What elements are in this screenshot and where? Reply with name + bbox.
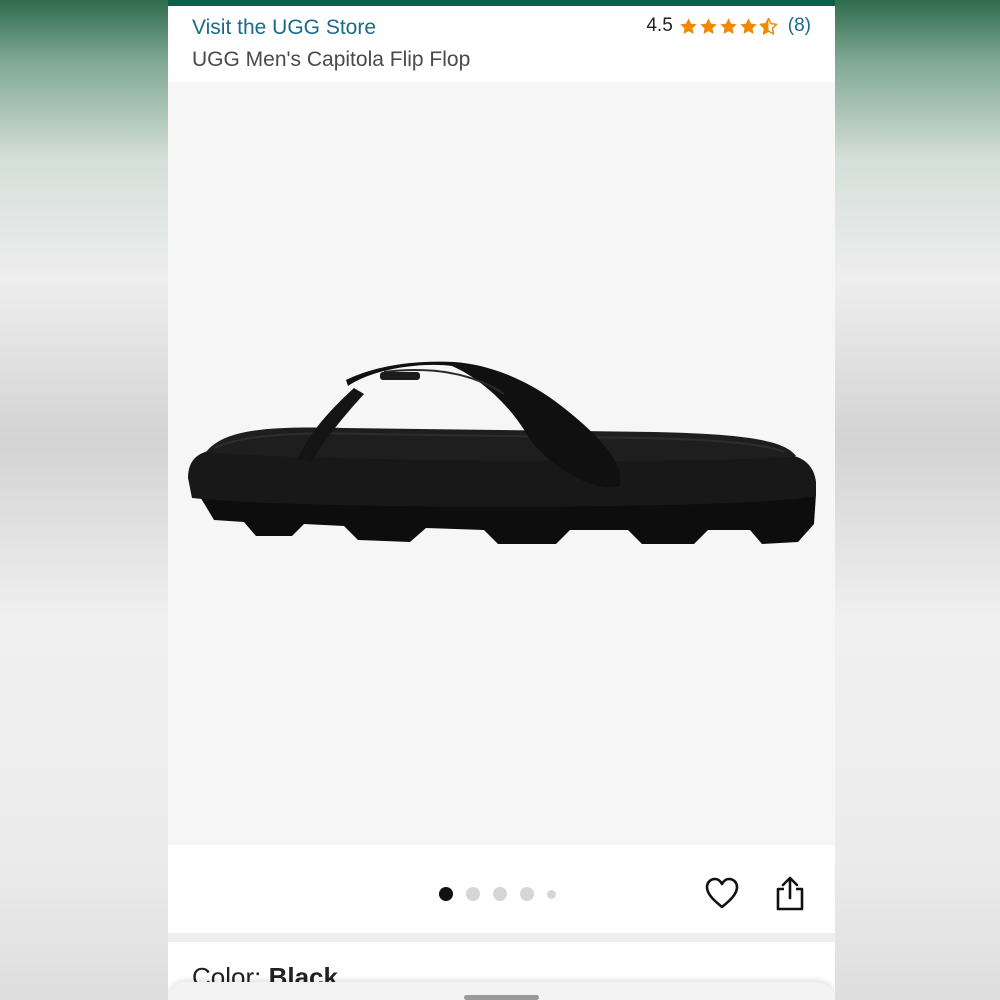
product-title: UGG Men's Capitola Flip Flop — [192, 48, 471, 71]
carousel-page-indicator[interactable] — [439, 887, 556, 901]
star-rating — [679, 17, 778, 36]
star-half-icon — [759, 17, 778, 35]
carousel-dot[interactable] — [547, 889, 556, 899]
carousel-dot[interactable] — [493, 887, 507, 901]
section-divider — [168, 933, 835, 942]
star-full-icon — [740, 17, 757, 34]
product-image-sandal — [188, 361, 816, 544]
sheet-grabber-handle[interactable] — [464, 995, 539, 1000]
share-icon[interactable] — [774, 875, 806, 911]
product-image-carousel[interactable] — [168, 82, 835, 845]
store-link[interactable]: Visit the UGG Store — [192, 16, 376, 40]
background-left — [0, 0, 168, 1000]
heart-icon[interactable] — [704, 876, 740, 910]
star-full-icon — [720, 17, 737, 34]
background-right — [832, 0, 1000, 1000]
star-full-icon — [680, 17, 697, 34]
review-count-link[interactable]: (8) — [788, 15, 811, 37]
carousel-controls — [168, 845, 835, 933]
top-accent-bar — [168, 0, 835, 6]
product-page: Visit the UGG Store 4.5 (8) UGG Men's Ca… — [168, 0, 835, 1000]
carousel-dot[interactable] — [439, 887, 453, 901]
carousel-dot[interactable] — [466, 887, 480, 901]
rating-value: 4.5 — [646, 15, 673, 36]
rating-summary[interactable]: 4.5 (8) — [646, 15, 811, 37]
bottom-sheet[interactable] — [168, 982, 835, 1000]
star-full-icon — [700, 17, 717, 34]
carousel-dot[interactable] — [520, 887, 534, 901]
